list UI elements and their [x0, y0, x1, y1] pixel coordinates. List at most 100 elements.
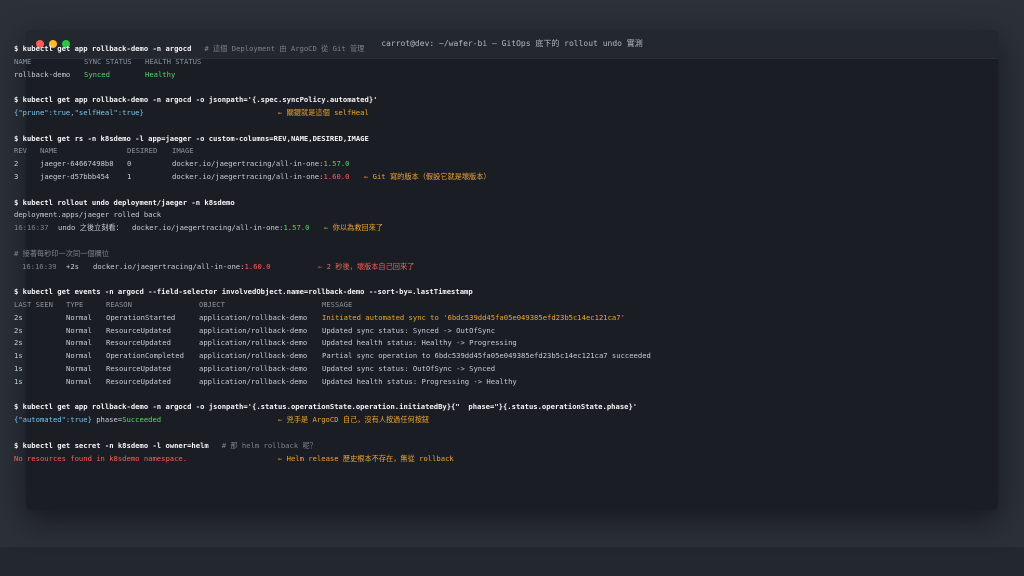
timestamp: 16:16:39 — [22, 261, 57, 271]
event-message: Updated health status: Healthy -> Progre… — [322, 338, 517, 348]
rev: 2 — [14, 159, 19, 169]
last-seen: 2s — [14, 312, 23, 322]
event-type: Normal — [66, 376, 92, 386]
image-tag: 1.57.0 — [323, 159, 350, 169]
prompt-symbol: $ — [14, 197, 19, 207]
desired: 0 — [127, 159, 132, 169]
command-line: $ kubectl get rs -n k8sdemo -l app=jaege… — [14, 133, 1014, 146]
event-type: Normal — [66, 338, 92, 348]
header-desired: DESIRED — [127, 146, 158, 156]
output-line: 16:16:39 +2s docker.io/jaegertracing/all… — [14, 261, 1014, 274]
output-line: No resources found in k8sdemo namespace.… — [14, 453, 1014, 466]
command-line: $ kubectl get app rollback-demo -n argoc… — [14, 43, 1014, 56]
header-object: OBJECT — [199, 299, 225, 309]
table-row: 1s Normal ResourceUpdated application/ro… — [14, 376, 1014, 389]
prompt-symbol: $ — [14, 402, 19, 412]
command-line: $ kubectl rollout undo deployment/jaeger… — [14, 197, 1014, 210]
command-text: kubectl get app rollback-demo -n argocd … — [22, 402, 638, 412]
image: docker.io/jaegertracing/all-in-one:1.57.… — [172, 158, 349, 171]
output-line: deployment.apps/jaeger rolled back — [14, 209, 1014, 222]
table-row: 2 jaeger-64667498b8 0 docker.io/jaegertr… — [14, 158, 1014, 171]
command-text: kubectl get events -n argocd --field-sel… — [22, 287, 473, 297]
table-row: 2s Normal OperationStarted application/r… — [14, 312, 1014, 325]
header-last-seen: LAST SEEN — [14, 299, 53, 309]
event-object: application/rollback-demo — [199, 376, 308, 386]
last-seen: 2s — [14, 338, 23, 348]
header-reason: REASON — [106, 299, 132, 309]
prompt-symbol: $ — [14, 440, 19, 450]
event-message: Updated sync status: Synced -> OutOfSync — [322, 325, 496, 335]
command-line: $ kubectl get app rollback-demo -n argoc… — [14, 401, 1014, 414]
event-type: Normal — [66, 312, 92, 322]
rev: 3 — [14, 171, 19, 181]
image-tag: 1.57.0 — [283, 223, 310, 233]
comment-text: # 那 helm rollback 呢？ — [221, 440, 317, 450]
image-repo: docker.io/jaegertracing/all-in-one: — [172, 171, 324, 181]
terminal-output[interactable]: $ kubectl get app rollback-demo -n argoc… — [14, 43, 1014, 465]
command-text: kubectl get app rollback-demo -n argocd — [22, 44, 192, 53]
image-repo: docker.io/jaegertracing/all-in-one: — [93, 261, 245, 271]
output-line: 16:16:37 undo 之後立刻看： docker.io/jaegertra… — [14, 222, 1014, 235]
rs-name: jaeger-64667498b8 — [40, 159, 114, 169]
header-message: MESSAGE — [322, 299, 353, 309]
event-object: application/rollback-demo — [199, 351, 308, 361]
time-offset: +2s — [66, 261, 79, 271]
app-name: rollback-demo — [14, 69, 71, 79]
header-health-status: HEALTH STATUS — [145, 56, 202, 66]
command-line: $ kubectl get secret -n k8sdemo -l owner… — [14, 440, 1014, 453]
prompt-symbol: $ — [14, 287, 19, 297]
output-line: {"prune":true,"selfHeal":true} ← 關鍵就是這個 … — [14, 107, 1014, 120]
rollout-output: deployment.apps/jaeger rolled back — [14, 210, 162, 220]
header-image: IMAGE — [172, 146, 194, 156]
jsonpath-output: {"automated":true} phase=Succeeded — [14, 414, 161, 427]
event-reason: ResourceUpdated — [106, 338, 171, 348]
image: docker.io/jaegertracing/all-in-one:1.60.… — [93, 261, 270, 274]
annotation-note: ← Git 寫的版本（假設它就是壞版本） — [364, 171, 491, 181]
output-line: {"automated":true} phase=Succeeded ← 兇手是… — [14, 414, 1014, 427]
sync-status: Synced — [84, 69, 110, 79]
event-type: Normal — [66, 325, 92, 335]
command-line: $ kubectl get events -n argocd --field-s… — [14, 286, 1014, 299]
annotation-note: ← 2 秒後，壞版本自己回來了 — [318, 261, 415, 271]
event-message: Partial sync operation to 6bdc539dd45fa0… — [322, 351, 651, 361]
event-object: application/rollback-demo — [199, 338, 308, 348]
table-row: 3 jaeger-d57bbb454 1 docker.io/jaegertra… — [14, 171, 1014, 184]
comment-text: # 這個 Deployment 由 ArgoCD 從 Git 管理 — [204, 44, 365, 53]
image-tag: 1.60.0 — [244, 261, 271, 271]
desired: 1 — [127, 171, 132, 181]
timestamp: 16:16:37 — [14, 223, 49, 233]
event-reason: ResourceUpdated — [106, 325, 171, 335]
phase-value: Succeeded — [122, 415, 162, 425]
table-row: 1s Normal OperationCompleted application… — [14, 350, 1014, 363]
initiated-by: {"automated":true} — [14, 415, 92, 425]
event-object: application/rollback-demo — [199, 363, 308, 373]
command-line: $ kubectl get app rollback-demo -n argoc… — [14, 94, 1014, 107]
image-tag: 1.60.0 — [323, 171, 350, 181]
header-type: TYPE — [66, 299, 84, 309]
last-seen: 1s — [14, 376, 23, 386]
image: docker.io/jaegertracing/all-in-one:1.60.… — [172, 171, 349, 184]
event-type: Normal — [66, 363, 92, 373]
event-object: application/rollback-demo — [199, 325, 308, 335]
table-header: REV NAME DESIRED IMAGE — [14, 145, 1014, 158]
header-sync-status: SYNC STATUS — [84, 56, 132, 66]
event-message: Updated health status: Progressing -> He… — [322, 376, 517, 386]
prompt-symbol: $ — [14, 95, 19, 105]
command-text: kubectl get rs -n k8sdemo -l app=jaeger … — [22, 133, 369, 143]
table-header: NAME SYNC STATUS HEALTH STATUS — [14, 56, 1014, 69]
event-object: application/rollback-demo — [199, 312, 308, 322]
image: docker.io/jaegertracing/all-in-one:1.57.… — [132, 222, 309, 235]
header-name: NAME — [14, 56, 32, 66]
prompt-symbol: $ — [14, 44, 19, 53]
image-repo: docker.io/jaegertracing/all-in-one: — [172, 159, 324, 169]
table-header: LAST SEEN TYPE REASON OBJECT MESSAGE — [14, 299, 1014, 312]
comment-line: # 接著每秒印一次同一個欄位 — [14, 248, 1014, 261]
annotation-note: ← Helm release 歷史根本不存在，無從 rollback — [278, 453, 454, 463]
event-reason: OperationStarted — [106, 312, 176, 322]
health-status: Healthy — [145, 69, 176, 79]
header-rev: REV — [14, 146, 27, 156]
last-seen: 2s — [14, 325, 23, 335]
annotation-note: ← 你以為救回來了 — [324, 223, 383, 233]
table-row: 2s Normal ResourceUpdated application/ro… — [14, 337, 1014, 350]
event-message: Updated sync status: OutOfSync -> Synced — [322, 363, 496, 373]
